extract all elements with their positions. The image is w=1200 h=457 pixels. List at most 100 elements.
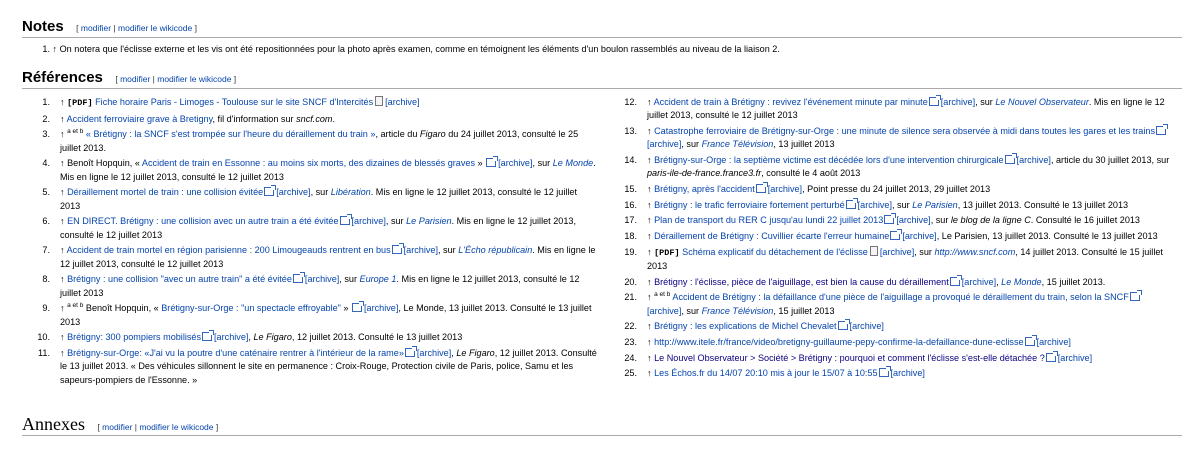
external-link-icon: [264, 185, 277, 197]
reference-link[interactable]: Déraillement mortel de train : une colli…: [67, 187, 263, 197]
archive-link[interactable]: [archive]: [962, 277, 996, 287]
reference-link[interactable]: Déraillement de Brétigny : Cuvillier éca…: [654, 231, 889, 241]
reference-link[interactable]: « Brétigny : la SNCF s'est trompée sur l…: [86, 129, 376, 139]
reference-item: 2. ↑ Accident ferroviaire grave à Bretign…: [37, 113, 597, 126]
archive-link[interactable]: [archive]: [214, 332, 248, 342]
back-arrow-link[interactable]: ↑: [60, 245, 65, 255]
archive-link[interactable]: [archive]: [364, 303, 398, 313]
back-arrow-link[interactable]: ↑: [647, 155, 652, 165]
reference-link[interactable]: EN DIRECT. Brétigny : une collision avec…: [67, 216, 338, 226]
back-arrow-link[interactable]: ↑: [647, 184, 652, 194]
references-edit-wikicode-link[interactable]: modifier le wikicode: [157, 74, 231, 84]
archive-link[interactable]: [archive]: [880, 247, 914, 257]
reference-link[interactable]: Accident de train mortel en région paris…: [67, 245, 391, 255]
archive-link[interactable]: [archive]: [858, 200, 892, 210]
reference-link[interactable]: Brétigny-sur-Orge: «J'ai vu la poutre d'…: [67, 348, 404, 358]
reference-link[interactable]: Brétigny-sur-Orge : la septième victime …: [654, 155, 1003, 165]
archive-link[interactable]: [archive]: [647, 306, 681, 316]
back-arrow-link[interactable]: ↑: [647, 97, 652, 107]
back-arrow-link[interactable]: ↑: [60, 216, 65, 226]
reference-link[interactable]: Brétigny : le trafic ferroviaire forteme…: [654, 200, 845, 210]
annexes-edit-link[interactable]: modifier: [102, 422, 132, 432]
notes-edit-wikicode-link[interactable]: modifier le wikicode: [118, 23, 192, 33]
archive-link[interactable]: [archive]: [305, 274, 339, 284]
back-arrow-link[interactable]: ↑: [60, 129, 65, 139]
reference-link[interactable]: Brétigny : une collision "avec un autre …: [67, 274, 292, 284]
source-link[interactable]: Le Nouvel Observateur: [995, 97, 1089, 107]
source-link[interactable]: http://www.sncf.com: [934, 247, 1015, 257]
reference-link[interactable]: Brétigny, après l'accident: [654, 184, 755, 194]
archive-link[interactable]: [archive]: [941, 97, 975, 107]
archive-link[interactable]: [archive]: [1037, 337, 1071, 347]
reference-link[interactable]: Accident ferroviaire grave à Bretigny: [67, 114, 213, 124]
source-name: http://www.sncf.com: [934, 246, 1016, 257]
archive-link[interactable]: [archive]: [896, 215, 930, 225]
archive-link[interactable]: [archive]: [404, 245, 438, 255]
reference-link[interactable]: Brétigny: 300 pompiers mobilisés: [67, 332, 201, 342]
reference-item: 24. ↑ Le Nouvel Observateur > Société > B…: [624, 350, 1172, 365]
reference-number: 20.: [624, 276, 637, 287]
reference-link[interactable]: http://www.itele.fr/france/video/bretign…: [654, 337, 1023, 347]
back-arrow-link[interactable]: ↑: [60, 114, 65, 124]
archive-link[interactable]: [archive]: [1058, 353, 1092, 363]
archive-link[interactable]: [archive]: [417, 348, 451, 358]
reference-link[interactable]: Accident de Brétigny : la défaillance d'…: [672, 292, 1128, 302]
source-link[interactable]: Le Monde: [1001, 277, 1041, 287]
reference-link[interactable]: Catastrophe ferroviaire de Brétigny-sur-…: [654, 126, 1155, 136]
source-link[interactable]: L'Écho républicain: [458, 245, 532, 255]
reference-link[interactable]: Le Nouvel Observateur > Société > Brétig…: [654, 353, 1045, 363]
back-arrow-link[interactable]: ↑: [60, 274, 65, 284]
back-arrow-link[interactable]: ↑: [60, 97, 65, 107]
archive-link[interactable]: [archive]: [902, 231, 936, 241]
source-link[interactable]: Le Parisien: [406, 216, 452, 226]
back-arrow-link[interactable]: ↑: [647, 231, 652, 241]
back-arrow-link[interactable]: ↑: [647, 277, 652, 287]
reference-link[interactable]: Fiche horaire Paris - Limoges - Toulouse…: [95, 97, 373, 107]
archive-link[interactable]: [archive]: [891, 368, 925, 378]
archive-link[interactable]: [archive]: [498, 158, 532, 168]
source-link[interactable]: Europe 1: [360, 274, 397, 284]
source-link[interactable]: Libération: [331, 187, 371, 197]
annexes-edit-wikicode-link[interactable]: modifier le wikicode: [139, 422, 213, 432]
reference-link[interactable]: Brétigny : les explications de Michel Ch…: [654, 321, 836, 331]
back-arrow-link[interactable]: ↑: [647, 321, 652, 331]
back-arrow-link[interactable]: ↑: [60, 332, 65, 342]
reference-link[interactable]: Schéma explicatif du détachement de l'éc…: [682, 247, 868, 257]
archive-link[interactable]: [archive]: [352, 216, 386, 226]
archive-link[interactable]: [archive]: [850, 321, 884, 331]
back-arrow-link[interactable]: ↑: [60, 187, 65, 197]
source-link[interactable]: Le Monde: [553, 158, 593, 168]
back-arrow-link[interactable]: ↑: [60, 303, 65, 313]
back-arrow-link[interactable]: ↑: [647, 337, 652, 347]
reference-link[interactable]: Les Échos.fr du 14/07 20:10 mis à jour l…: [654, 368, 877, 378]
back-arrow-link[interactable]: ↑: [647, 126, 652, 136]
reference-link[interactable]: Accident de train à Brétigny : revivez l…: [654, 97, 928, 107]
back-arrow-link[interactable]: ↑: [647, 368, 652, 378]
back-arrow-link[interactable]: ↑: [60, 158, 65, 168]
back-arrow-link[interactable]: ↑: [647, 247, 652, 257]
back-arrow-link[interactable]: ↑: [60, 348, 65, 358]
notes-edit-link[interactable]: modifier: [81, 23, 111, 33]
reference-number: 7.: [42, 245, 50, 256]
reference-link[interactable]: Accident de train en Essonne : au moins …: [142, 158, 475, 168]
reference-link[interactable]: Brétigny-sur-Orge : "un spectacle effroy…: [161, 303, 341, 313]
external-link-icon: [755, 181, 768, 193]
archive-link[interactable]: [archive]: [768, 184, 802, 194]
back-arrow-link[interactable]: ↑: [647, 200, 652, 210]
source-link[interactable]: France Télévision: [702, 306, 774, 316]
archive-link[interactable]: [archive]: [647, 139, 681, 149]
source-link[interactable]: France Télévision: [702, 139, 774, 149]
external-link-icon: [1024, 335, 1037, 347]
reference-item: 5. ↑ Déraillement mortel de train : une c…: [37, 185, 597, 213]
back-arrow-link[interactable]: ↑: [647, 292, 652, 302]
back-arrow-link[interactable]: ↑: [647, 353, 652, 363]
reference-link[interactable]: Plan de transport du RER C jusqu'au lund…: [654, 215, 883, 225]
source-link[interactable]: Le Parisien: [912, 200, 958, 210]
archive-link[interactable]: [archive]: [385, 97, 419, 107]
archive-link[interactable]: [archive]: [1017, 155, 1051, 165]
back-arrow-link[interactable]: ↑: [647, 215, 652, 225]
back-arrow-link[interactable]: ↑: [53, 44, 58, 54]
references-edit-link[interactable]: modifier: [120, 74, 150, 84]
archive-link[interactable]: [archive]: [276, 187, 310, 197]
reference-link[interactable]: Brétigny : l'éclisse, pièce de l'aiguill…: [654, 277, 949, 287]
